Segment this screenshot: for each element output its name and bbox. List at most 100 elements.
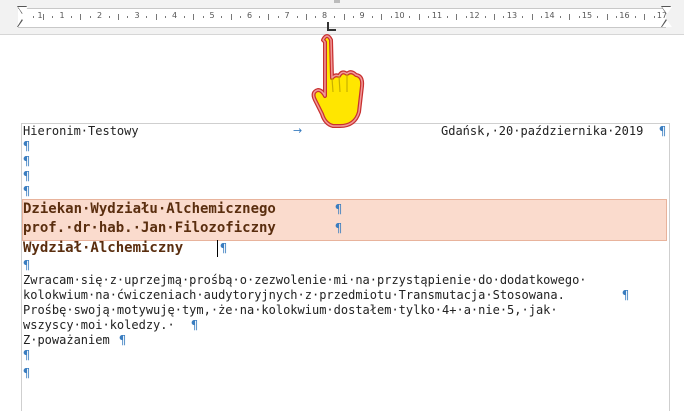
ruler-tick <box>344 14 345 20</box>
ruler-number: 14 <box>544 11 555 20</box>
ruler-number: 12 <box>469 11 480 20</box>
ruler-number: 16 <box>619 11 630 20</box>
empty-paragraph: ¶ <box>23 366 31 380</box>
body-line-2[interactable]: kolokwium·na·ćwiczeniach·audytoryjnych·z… <box>23 288 565 303</box>
body-line-1[interactable]: Zwracam·się·z·uprzejmą·prośbą·o·zezwolen… <box>23 273 587 288</box>
ruler-tick <box>560 16 561 18</box>
ruler-tick <box>259 16 260 18</box>
ruler-tick <box>409 16 410 18</box>
address-line-1[interactable]: Dziekan·Wydziału·Alchemicznego <box>23 200 276 218</box>
ruler-tick <box>203 16 204 18</box>
ruler-tick <box>268 14 269 20</box>
ruler-number: 7 <box>284 11 290 20</box>
ruler-tick <box>221 16 222 18</box>
page-margin-left <box>21 123 22 411</box>
ruler-number: 5 <box>209 11 215 20</box>
ruler-tick <box>118 14 119 20</box>
ruler-tick <box>165 16 166 18</box>
ruler-tick <box>240 16 241 18</box>
ruler-tick <box>644 14 645 20</box>
empty-paragraph: ¶ <box>23 139 31 153</box>
ruler-number: 9 <box>359 11 365 20</box>
ruler-number: 10 <box>394 11 405 20</box>
ruler-number: 2 <box>96 11 103 20</box>
ruler-tick <box>579 16 580 18</box>
right-indent-marker[interactable] <box>662 20 672 27</box>
ruler-tick <box>494 14 495 20</box>
ruler-number: 15 <box>581 11 593 20</box>
ruler-tick <box>306 14 307 20</box>
ruler-tick <box>428 16 429 18</box>
ruler-tick <box>419 14 420 20</box>
ruler-tick <box>522 16 523 18</box>
pilcrow-mark: ¶ <box>335 221 343 235</box>
ruler-tick <box>607 14 608 20</box>
ruler-tick <box>90 16 91 18</box>
pilcrow-mark: ¶ <box>622 288 630 302</box>
ruler-tick <box>315 16 316 18</box>
ruler-number: 11 <box>431 11 443 20</box>
left-indent-marker[interactable] <box>18 20 28 27</box>
empty-paragraph: ¶ <box>23 258 31 272</box>
ruler-tick <box>231 14 232 20</box>
ruler-tick <box>184 16 185 18</box>
ruler-tick <box>156 14 157 20</box>
ruler-tick <box>532 14 533 20</box>
address-line-3[interactable]: Wydział·Alchemiczny <box>23 239 183 257</box>
first-line-indent-marker[interactable] <box>18 7 28 14</box>
ruler-tick <box>43 14 44 20</box>
closing-line[interactable]: Z·poważaniem <box>23 333 110 348</box>
ruler-tick <box>616 16 617 18</box>
page-margin-right <box>669 123 670 411</box>
ruler-number: 6 <box>246 11 253 20</box>
ruler-tick <box>33 16 34 18</box>
ruler-top-notch <box>334 0 340 3</box>
ruler-tick <box>447 16 448 18</box>
ruler-number: 13 <box>506 11 518 20</box>
ruler-tick <box>297 16 298 18</box>
ruler-tick <box>334 16 335 18</box>
pilcrow-mark: ¶ <box>659 124 667 138</box>
address-line-2[interactable]: prof.·dr·hab.·Jan·Filozoficzny <box>23 219 276 237</box>
place-date[interactable]: Gdańsk,·20·października·2019 <box>441 124 643 139</box>
pilcrow-mark: ¶ <box>220 241 228 255</box>
ruler-tick <box>278 16 279 18</box>
body-line-3[interactable]: Prośbę·swoją·motywuję·tym,·że·na·kolokwi… <box>23 303 558 318</box>
ruler-tick <box>372 16 373 18</box>
empty-paragraph: ¶ <box>23 169 31 183</box>
empty-paragraph: ¶ <box>23 184 31 198</box>
ruler-tick <box>541 16 542 18</box>
ruler-tick <box>381 14 382 20</box>
right-first-indent-marker[interactable] <box>662 7 672 14</box>
ruler-tick <box>597 16 598 18</box>
ruler-tick <box>485 16 486 18</box>
sender-name[interactable]: Hieronim·Testowy <box>23 124 139 139</box>
ruler-tick <box>391 16 392 18</box>
ruler-tick <box>109 16 110 18</box>
pilcrow-mark: ¶ <box>335 202 343 216</box>
empty-paragraph: ¶ <box>23 154 31 168</box>
ruler-tick <box>503 16 504 18</box>
ruler-number: 3 <box>134 11 140 20</box>
ruler-tick <box>353 16 354 18</box>
empty-paragraph: ¶ <box>23 348 31 362</box>
pilcrow-mark: ¶ <box>119 333 127 347</box>
ruler-tick <box>654 16 655 18</box>
ruler-number: 4 <box>171 11 178 20</box>
ruler-tick <box>127 16 128 18</box>
ruler-tick <box>80 14 81 20</box>
ruler-tick <box>569 14 570 20</box>
ruler-number: 1 <box>37 11 43 20</box>
ruler-tick <box>193 14 194 20</box>
text-cursor <box>217 240 218 257</box>
ruler-tick <box>466 16 467 18</box>
ruler-tick <box>71 16 72 18</box>
pilcrow-mark: ¶ <box>191 318 199 332</box>
body-line-4[interactable]: wszyscy·moi·koledzy.· <box>23 318 175 333</box>
ruler-number: 1 <box>59 11 65 20</box>
ruler-number: 8 <box>321 11 328 20</box>
hand-pointer-icon <box>311 34 365 128</box>
ruler-tick <box>456 14 457 20</box>
ruler-tick <box>52 16 53 18</box>
ruler-tick <box>635 16 636 18</box>
